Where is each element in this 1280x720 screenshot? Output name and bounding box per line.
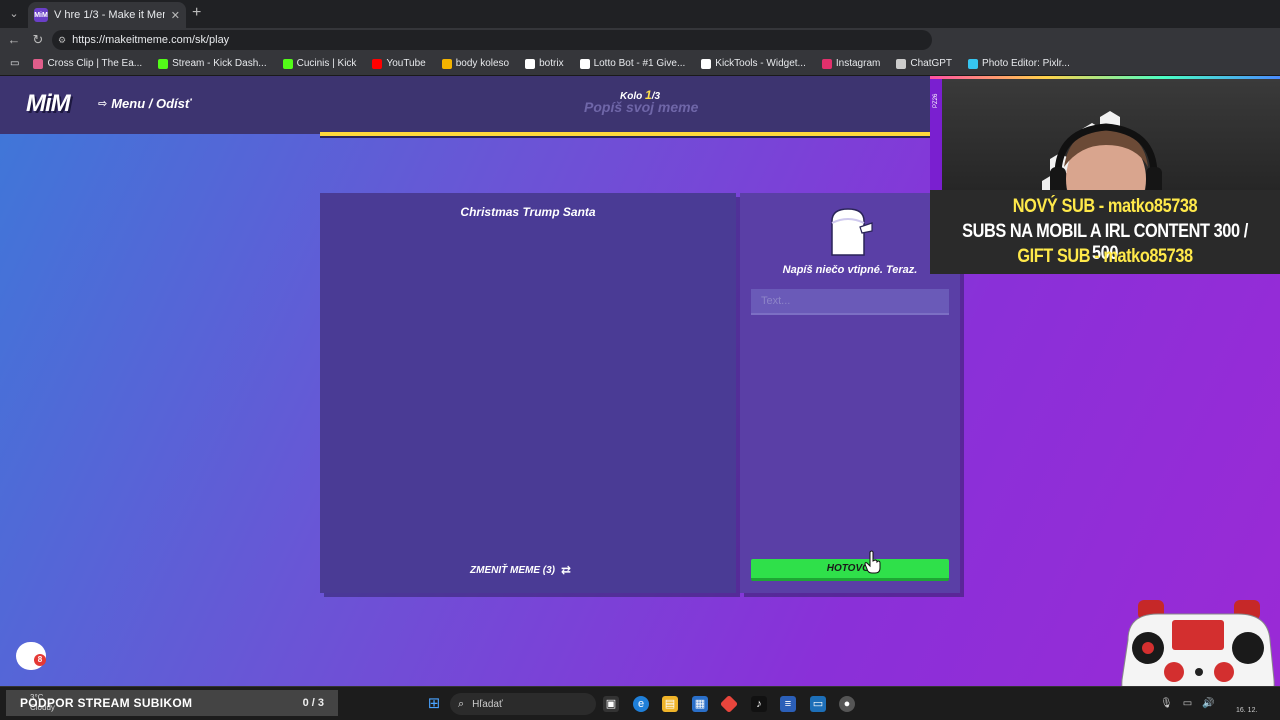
hand-cursor-icon xyxy=(864,550,881,574)
tab-list-chevron-icon[interactable]: ⌄ xyxy=(6,6,22,22)
system-tray[interactable]: 🎙 ▭ 🔊 xyxy=(1160,698,1215,709)
bookmark-label: botrix xyxy=(539,58,564,69)
bookmark-item[interactable]: ChatGPT xyxy=(888,52,960,76)
bookmark-favicon-icon xyxy=(282,58,293,69)
app-red-icon[interactable] xyxy=(719,694,739,714)
done-button[interactable]: HOTOVO! xyxy=(751,559,949,581)
store-icon[interactable]: ▦ xyxy=(692,696,708,712)
bookmark-label: Photo Editor: Pixlr... xyxy=(982,58,1070,69)
bookmark-favicon-icon xyxy=(372,58,383,69)
task-view-icon[interactable]: ▣ xyxy=(603,696,619,712)
obs-icon[interactable]: ● xyxy=(839,696,855,712)
game-page: MiM ⇨ Menu / Odísť Kolo 1/3 Popíš svoj m… xyxy=(0,76,1280,686)
mim-logo[interactable]: MiM xyxy=(26,90,71,118)
microphone-icon[interactable]: 🎙 xyxy=(1160,698,1173,709)
bookmark-favicon-icon xyxy=(968,58,979,69)
meme-title: Christmas Trump Santa xyxy=(460,205,596,219)
reload-icon[interactable]: ↻ xyxy=(30,32,46,48)
bookmark-favicon-icon xyxy=(441,58,452,69)
new-tab-plus-icon[interactable]: + xyxy=(192,5,201,21)
bookmark-item[interactable]: Instagram xyxy=(814,52,888,76)
bookmark-favicon-icon xyxy=(158,58,169,69)
chat-unread-badge: 8 xyxy=(34,654,46,666)
bookmark-label: KickTools - Widget... xyxy=(715,58,806,69)
site-info-icon[interactable]: ⚙ xyxy=(58,35,66,46)
edge-browser-icon[interactable]: e xyxy=(633,696,649,712)
timer-progress-track xyxy=(320,132,930,138)
bookmark-item[interactable]: Cross Clip | The Ea... xyxy=(25,52,150,76)
swap-meme-label: ZMENIŤ MEME (3) xyxy=(470,564,555,576)
taskbar-search[interactable]: ⌕ Hľadať xyxy=(450,693,596,715)
sub-goal-overlay: NOVÝ SUB - matko85738 SUBS NA MOBIL A IR… xyxy=(930,190,1280,274)
bookmarks-bar: ▭ Cross Clip | The Ea... Stream - Kick Da… xyxy=(0,52,1280,76)
support-label: PODPOR STREAM SUBIKOM xyxy=(20,696,193,710)
menu-leave-link[interactable]: ⇨ Menu / Odísť xyxy=(98,96,191,111)
bookmark-label: body koleso xyxy=(455,58,510,69)
side-panel-icon[interactable]: ▭ xyxy=(8,52,25,76)
menu-leave-label: Menu / Odísť xyxy=(111,96,192,111)
bookmark-favicon-icon xyxy=(701,58,712,69)
bookmark-favicon-icon xyxy=(896,58,907,69)
windows-start-icon[interactable]: ⊞ xyxy=(426,696,442,712)
tab-title: V hre 1/3 - Make it Meme xyxy=(54,9,165,21)
photos-icon[interactable]: ▭ xyxy=(810,696,826,712)
bookmark-item[interactable]: Cucinis | Kick xyxy=(275,52,365,76)
bookmark-label: Instagram xyxy=(835,58,881,69)
bookmark-item[interactable]: botrix xyxy=(517,52,571,76)
browser-tab-active[interactable]: MiM V hre 1/3 - Make it Meme ✕ xyxy=(28,2,186,28)
caption-panel: Napíš niečo vtipné. Teraz. HOTOVO! xyxy=(740,193,960,593)
taskbar-search-placeholder: Hľadať xyxy=(472,698,503,710)
bookmark-favicon-icon xyxy=(33,58,44,69)
timer-progress-fill xyxy=(320,132,930,136)
back-arrow-icon[interactable]: ← xyxy=(6,32,22,48)
tab-close-icon[interactable]: ✕ xyxy=(171,9,180,22)
browser-toolbar: ← ↻ ⚙ https://makeitmeme.com/sk/play xyxy=(0,28,1280,52)
bookmark-label: Stream - Kick Dash... xyxy=(172,58,267,69)
exit-icon: ⇨ xyxy=(98,98,108,110)
tab-favicon-icon: MiM xyxy=(34,8,48,22)
mascot-hand-icon xyxy=(831,208,873,256)
network-icon[interactable]: ▭ xyxy=(1183,698,1192,709)
meme-panel: Christmas Trump Santa ZMENIŤ MEME (3) ⇄ xyxy=(320,193,736,593)
caption-prompt: Napíš niečo vtipné. Teraz. xyxy=(782,264,918,276)
bookmark-item[interactable]: YouTube xyxy=(364,52,433,76)
bookmark-favicon-icon xyxy=(525,58,536,69)
bookmark-label: Cross Clip | The Ea... xyxy=(47,58,143,69)
address-url: https://makeitmeme.com/sk/play xyxy=(72,34,230,46)
bookmark-favicon-icon xyxy=(821,58,832,69)
browser-tab-bar: ⌄ MiM V hre 1/3 - Make it Meme ✕ + xyxy=(0,0,1280,28)
notepad-icon[interactable]: ≡ xyxy=(780,696,796,712)
taskbar-date: 16. 12. xyxy=(1236,707,1258,714)
file-explorer-icon[interactable]: ▤ xyxy=(662,696,678,712)
new-sub-line: NOVÝ SUB - matko85738 xyxy=(1012,196,1198,217)
sub-support-bar: PODPOR STREAM SUBIKOM 0 / 3 xyxy=(6,690,338,716)
gift-sub-line: GIFT SUB - matko85738 xyxy=(1017,246,1193,267)
bookmark-item[interactable]: Photo Editor: Pixlr... xyxy=(960,52,1078,76)
bookmark-label: ChatGPT xyxy=(910,58,953,69)
bookmark-item[interactable]: KickTools - Widget... xyxy=(693,52,814,76)
game-header: MiM ⇨ Menu / Odísť Kolo 1/3 Popíš svoj m… xyxy=(0,76,930,134)
bookmark-favicon-icon xyxy=(579,58,590,69)
bookmark-item[interactable]: Stream - Kick Dash... xyxy=(150,52,274,76)
caption-input[interactable] xyxy=(751,289,949,315)
bookmark-label: YouTube xyxy=(386,58,426,69)
bookmark-item[interactable]: body koleso xyxy=(434,52,517,76)
tiktok-icon[interactable]: ♪ xyxy=(751,696,767,712)
bookmark-item[interactable]: Lotto Bot - #1 Give... xyxy=(572,52,694,76)
address-bar[interactable]: ⚙ https://makeitmeme.com/sk/play xyxy=(52,30,932,50)
bookmark-label: Cucinis | Kick xyxy=(296,58,357,69)
search-icon: ⌕ xyxy=(458,697,465,710)
swap-meme-button[interactable]: ZMENIŤ MEME (3) ⇄ xyxy=(470,563,571,577)
swap-arrows-icon: ⇄ xyxy=(561,563,572,577)
support-count: 0 / 3 xyxy=(302,697,324,709)
volume-icon[interactable]: 🔊 xyxy=(1202,698,1214,709)
phase-subtitle: Popíš svoj meme xyxy=(584,99,699,115)
bookmark-label: Lotto Bot - #1 Give... xyxy=(593,58,686,69)
